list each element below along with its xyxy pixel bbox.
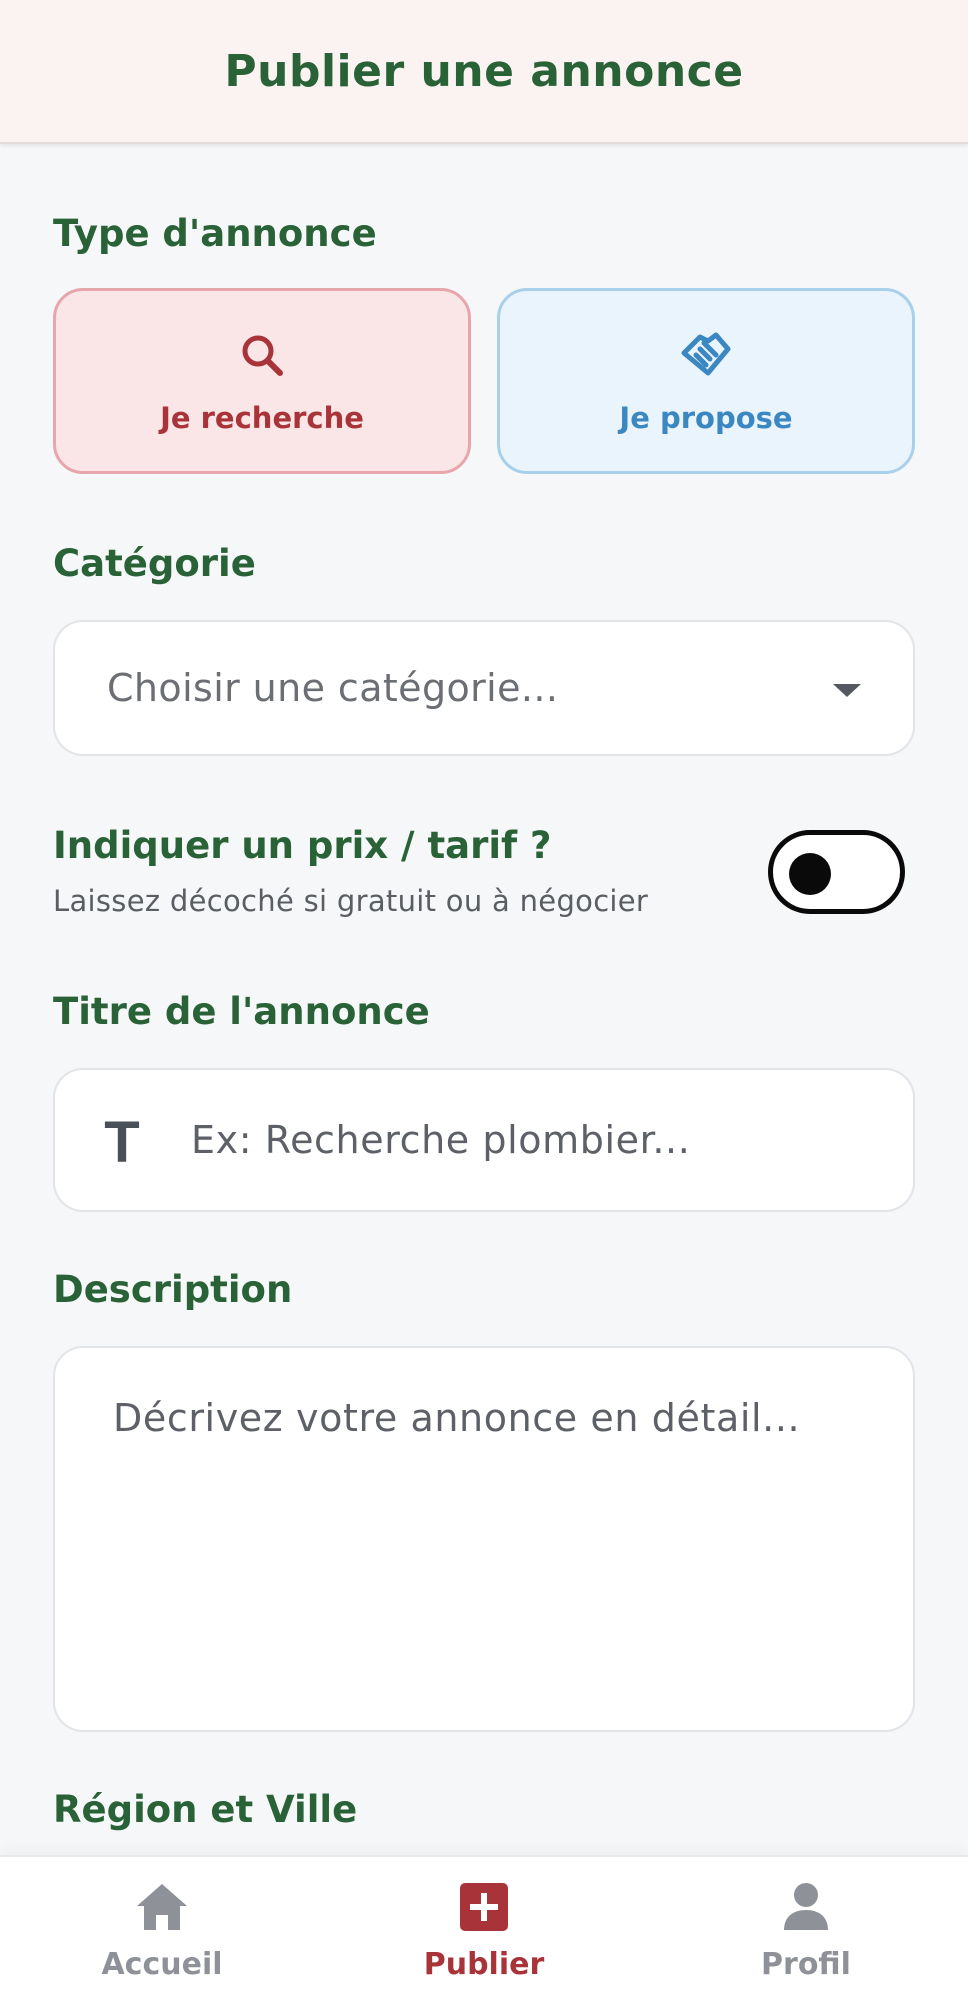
- home-icon: [134, 1879, 190, 1935]
- nav-item-home[interactable]: Accueil: [52, 1857, 272, 2004]
- type-option-propose[interactable]: Je propose: [497, 288, 915, 474]
- page-title: Publier une annonce: [224, 45, 744, 97]
- type-label: Type d'annonce: [53, 212, 377, 255]
- user-icon: [778, 1879, 834, 1935]
- type-option-search-label: Je recherche: [160, 401, 364, 435]
- type-option-search[interactable]: Je recherche: [53, 288, 471, 474]
- category-label: Catégorie: [53, 542, 256, 585]
- description-textarea[interactable]: Décrivez votre annonce en détail...: [53, 1346, 915, 1732]
- region-label: Région et Ville: [53, 1788, 358, 1831]
- category-placeholder: Choisir une catégorie...: [107, 666, 559, 710]
- plus-square-icon: [456, 1879, 512, 1935]
- bottom-nav: Accueil Publier Profil: [0, 1855, 968, 2004]
- title-placeholder: Ex: Recherche plombier...: [191, 1118, 691, 1162]
- title-label: Titre de l'annonce: [53, 990, 430, 1033]
- nav-label-publish: Publier: [423, 1947, 545, 1982]
- description-placeholder: Décrivez votre annonce en détail...: [113, 1396, 801, 1440]
- price-toggle[interactable]: [768, 830, 905, 914]
- category-select[interactable]: Choisir une catégorie...: [53, 620, 915, 756]
- nav-label-profile: Profil: [761, 1947, 851, 1982]
- type-option-propose-label: Je propose: [619, 401, 793, 435]
- title-input[interactable]: T Ex: Recherche plombier...: [53, 1068, 915, 1212]
- app-header: Publier une annonce: [0, 0, 968, 144]
- caret-down-icon: [833, 684, 861, 697]
- nav-item-profile[interactable]: Profil: [696, 1857, 916, 2004]
- description-label: Description: [53, 1268, 293, 1311]
- text-icon: T: [104, 1109, 140, 1175]
- nav-item-publish[interactable]: Publier: [374, 1857, 594, 2004]
- search-icon: [234, 327, 290, 383]
- type-selector: Je recherche Je propose: [53, 288, 915, 474]
- handshake-icon: [678, 327, 734, 383]
- toggle-knob: [789, 853, 831, 895]
- price-label: Indiquer un prix / tarif ?: [53, 824, 552, 867]
- nav-label-home: Accueil: [101, 1947, 223, 1982]
- price-hint: Laissez décoché si gratuit ou à négocier: [53, 884, 649, 918]
